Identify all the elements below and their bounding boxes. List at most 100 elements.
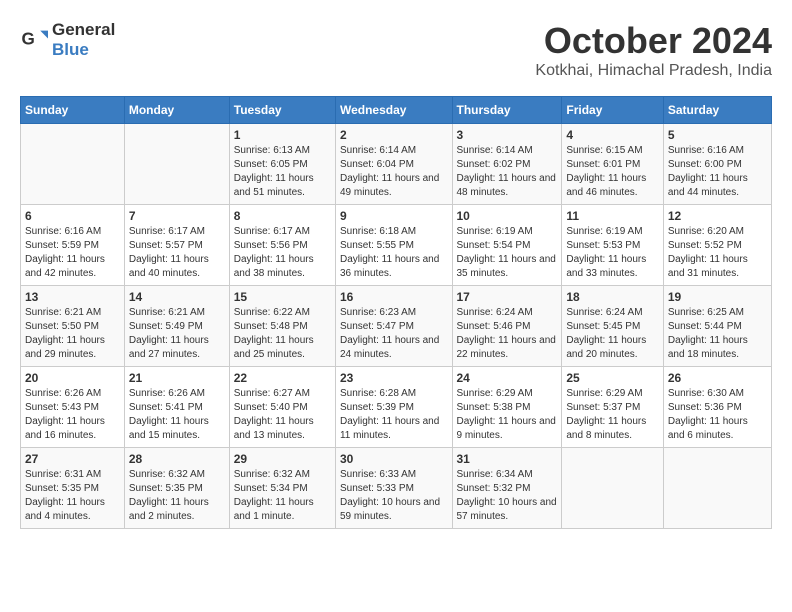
- calendar-cell: 5 Sunrise: 6:16 AM Sunset: 6:00 PM Daylig…: [663, 124, 771, 205]
- day-info: Sunrise: 6:25 AM Sunset: 5:44 PM Dayligh…: [668, 306, 767, 362]
- day-number: 1: [234, 128, 331, 142]
- day-info: Sunrise: 6:19 AM Sunset: 5:53 PM Dayligh…: [566, 225, 658, 281]
- calendar-body: 1 Sunrise: 6:13 AM Sunset: 6:05 PM Daylig…: [21, 124, 772, 529]
- logo-general: General: [52, 20, 115, 39]
- day-info: Sunrise: 6:23 AM Sunset: 5:47 PM Dayligh…: [340, 306, 448, 362]
- day-number: 11: [566, 209, 658, 223]
- calendar-week-row: 1 Sunrise: 6:13 AM Sunset: 6:05 PM Daylig…: [21, 124, 772, 205]
- calendar-week-row: 13 Sunrise: 6:21 AM Sunset: 5:50 PM Dayli…: [21, 286, 772, 367]
- day-number: 30: [340, 452, 448, 466]
- day-number: 5: [668, 128, 767, 142]
- calendar-cell: 3Sunrise: 6:14 AM Sunset: 6:02 PM Daylig…: [452, 124, 562, 205]
- title-block: October 2024 Kotkhai, Himachal Pradesh, …: [535, 20, 772, 80]
- calendar-cell: 23Sunrise: 6:28 AM Sunset: 5:39 PM Dayli…: [335, 367, 452, 448]
- day-number: 19: [668, 290, 767, 304]
- day-info: Sunrise: 6:30 AM Sunset: 5:36 PM Dayligh…: [668, 387, 767, 443]
- calendar-cell: 18Sunrise: 6:24 AM Sunset: 5:45 PM Dayli…: [562, 286, 663, 367]
- day-number: 12: [668, 209, 767, 223]
- day-info: Sunrise: 6:32 AM Sunset: 5:35 PM Dayligh…: [129, 468, 225, 524]
- day-info: Sunrise: 6:21 AM Sunset: 5:50 PM Dayligh…: [25, 306, 120, 362]
- day-number: 7: [129, 209, 225, 223]
- day-number: 21: [129, 371, 225, 385]
- day-info: Sunrise: 6:20 AM Sunset: 5:52 PM Dayligh…: [668, 225, 767, 281]
- day-info: Sunrise: 6:17 AM Sunset: 5:57 PM Dayligh…: [129, 225, 225, 281]
- day-number: 24: [457, 371, 558, 385]
- day-info: Sunrise: 6:13 AM Sunset: 6:05 PM Dayligh…: [234, 144, 331, 200]
- calendar-table: SundayMondayTuesdayWednesdayThursdayFrid…: [20, 96, 772, 529]
- calendar-cell: 8Sunrise: 6:17 AM Sunset: 5:56 PM Daylig…: [229, 205, 335, 286]
- day-number: 13: [25, 290, 120, 304]
- day-number: 22: [234, 371, 331, 385]
- day-of-week-header: Tuesday: [229, 97, 335, 124]
- logo: G General Blue: [20, 20, 115, 60]
- calendar-cell: [663, 448, 771, 529]
- calendar-cell: 13 Sunrise: 6:21 AM Sunset: 5:50 PM Dayli…: [21, 286, 125, 367]
- day-number: 2: [340, 128, 448, 142]
- calendar-cell: 1 Sunrise: 6:13 AM Sunset: 6:05 PM Daylig…: [229, 124, 335, 205]
- day-of-week-header: Monday: [124, 97, 229, 124]
- calendar-cell: 16 Sunrise: 6:23 AM Sunset: 5:47 PM Dayli…: [335, 286, 452, 367]
- day-info: Sunrise: 6:24 AM Sunset: 5:46 PM Dayligh…: [457, 306, 558, 362]
- calendar-header-row: SundayMondayTuesdayWednesdayThursdayFrid…: [21, 97, 772, 124]
- day-number: 18: [566, 290, 658, 304]
- month-title: October 2024: [535, 20, 772, 62]
- calendar-cell: 31Sunrise: 6:34 AM Sunset: 5:32 PM Dayli…: [452, 448, 562, 529]
- day-number: 27: [25, 452, 120, 466]
- day-info: Sunrise: 6:22 AM Sunset: 5:48 PM Dayligh…: [234, 306, 331, 362]
- day-info: Sunrise: 6:33 AM Sunset: 5:33 PM Dayligh…: [340, 468, 448, 524]
- day-number: 25: [566, 371, 658, 385]
- day-number: 3: [457, 128, 558, 142]
- svg-text:G: G: [22, 30, 35, 49]
- day-number: 29: [234, 452, 331, 466]
- day-info: Sunrise: 6:16 AM Sunset: 5:59 PM Dayligh…: [25, 225, 120, 281]
- day-info: Sunrise: 6:31 AM Sunset: 5:35 PM Dayligh…: [25, 468, 120, 524]
- calendar-cell: [562, 448, 663, 529]
- day-number: 15: [234, 290, 331, 304]
- calendar-week-row: 20Sunrise: 6:26 AM Sunset: 5:43 PM Dayli…: [21, 367, 772, 448]
- calendar-cell: 2 Sunrise: 6:14 AM Sunset: 6:04 PM Daylig…: [335, 124, 452, 205]
- day-of-week-header: Friday: [562, 97, 663, 124]
- logo-text: General Blue: [52, 20, 115, 60]
- day-of-week-header: Saturday: [663, 97, 771, 124]
- logo-icon: G: [20, 26, 48, 54]
- calendar-cell: 20Sunrise: 6:26 AM Sunset: 5:43 PM Dayli…: [21, 367, 125, 448]
- day-of-week-header: Thursday: [452, 97, 562, 124]
- day-info: Sunrise: 6:29 AM Sunset: 5:37 PM Dayligh…: [566, 387, 658, 443]
- day-number: 17: [457, 290, 558, 304]
- calendar-cell: 29 Sunrise: 6:32 AM Sunset: 5:34 PM Dayli…: [229, 448, 335, 529]
- day-info: Sunrise: 6:16 AM Sunset: 6:00 PM Dayligh…: [668, 144, 767, 200]
- day-info: Sunrise: 6:29 AM Sunset: 5:38 PM Dayligh…: [457, 387, 558, 443]
- calendar-cell: 27 Sunrise: 6:31 AM Sunset: 5:35 PM Dayli…: [21, 448, 125, 529]
- day-number: 4: [566, 128, 658, 142]
- calendar-cell: 19 Sunrise: 6:25 AM Sunset: 5:44 PM Dayli…: [663, 286, 771, 367]
- calendar-cell: 15 Sunrise: 6:22 AM Sunset: 5:48 PM Dayli…: [229, 286, 335, 367]
- day-info: Sunrise: 6:15 AM Sunset: 6:01 PM Dayligh…: [566, 144, 658, 200]
- location-title: Kotkhai, Himachal Pradesh, India: [535, 62, 772, 80]
- day-number: 14: [129, 290, 225, 304]
- day-number: 8: [234, 209, 331, 223]
- calendar-cell: 22 Sunrise: 6:27 AM Sunset: 5:40 PM Dayli…: [229, 367, 335, 448]
- day-info: Sunrise: 6:32 AM Sunset: 5:34 PM Dayligh…: [234, 468, 331, 524]
- day-number: 23: [340, 371, 448, 385]
- calendar-cell: 9Sunrise: 6:18 AM Sunset: 5:55 PM Daylig…: [335, 205, 452, 286]
- day-of-week-header: Wednesday: [335, 97, 452, 124]
- day-info: Sunrise: 6:26 AM Sunset: 5:43 PM Dayligh…: [25, 387, 120, 443]
- calendar-cell: 6 Sunrise: 6:16 AM Sunset: 5:59 PM Daylig…: [21, 205, 125, 286]
- day-info: Sunrise: 6:27 AM Sunset: 5:40 PM Dayligh…: [234, 387, 331, 443]
- day-number: 6: [25, 209, 120, 223]
- calendar-week-row: 27 Sunrise: 6:31 AM Sunset: 5:35 PM Dayli…: [21, 448, 772, 529]
- day-info: Sunrise: 6:19 AM Sunset: 5:54 PM Dayligh…: [457, 225, 558, 281]
- calendar-cell: 30 Sunrise: 6:33 AM Sunset: 5:33 PM Dayli…: [335, 448, 452, 529]
- calendar-cell: 7 Sunrise: 6:17 AM Sunset: 5:57 PM Daylig…: [124, 205, 229, 286]
- calendar-cell: 24 Sunrise: 6:29 AM Sunset: 5:38 PM Dayli…: [452, 367, 562, 448]
- calendar-week-row: 6 Sunrise: 6:16 AM Sunset: 5:59 PM Daylig…: [21, 205, 772, 286]
- calendar-cell: 10Sunrise: 6:19 AM Sunset: 5:54 PM Dayli…: [452, 205, 562, 286]
- day-info: Sunrise: 6:26 AM Sunset: 5:41 PM Dayligh…: [129, 387, 225, 443]
- day-info: Sunrise: 6:14 AM Sunset: 6:04 PM Dayligh…: [340, 144, 448, 200]
- day-info: Sunrise: 6:21 AM Sunset: 5:49 PM Dayligh…: [129, 306, 225, 362]
- calendar-cell: 14 Sunrise: 6:21 AM Sunset: 5:49 PM Dayli…: [124, 286, 229, 367]
- day-number: 16: [340, 290, 448, 304]
- day-number: 26: [668, 371, 767, 385]
- calendar-cell: 28Sunrise: 6:32 AM Sunset: 5:35 PM Dayli…: [124, 448, 229, 529]
- calendar-cell: 4 Sunrise: 6:15 AM Sunset: 6:01 PM Daylig…: [562, 124, 663, 205]
